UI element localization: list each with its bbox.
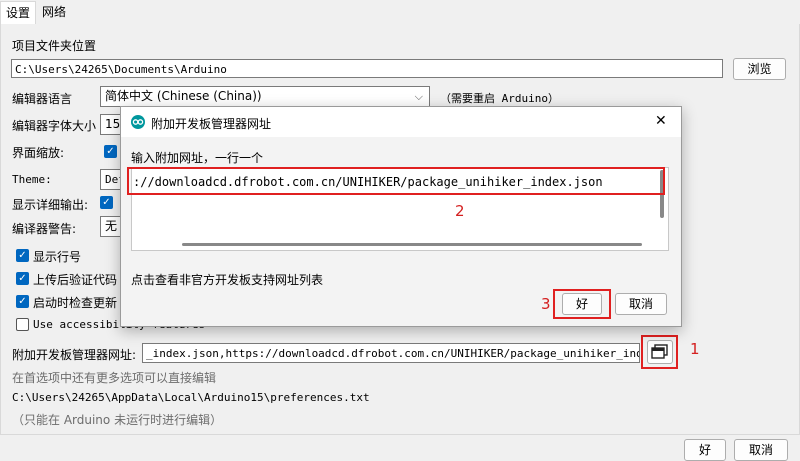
verbose-checkbox[interactable]: ✓ <box>100 196 113 209</box>
show-line-numbers-label: 显示行号 <box>33 250 82 264</box>
editor-language-label: 编辑器语言 <box>12 92 73 106</box>
ok-button[interactable]: 好 <box>684 439 726 461</box>
editor-language-value: 简体中文 (Chinese (China)) <box>105 89 262 103</box>
unofficial-boards-link[interactable]: 点击查看非官方开发板支持网址列表 <box>131 271 323 288</box>
horizontal-scrollbar[interactable] <box>182 243 642 246</box>
url-line: ://downloadcd.dfrobot.com.cn/UNIHIKER/pa… <box>133 175 603 189</box>
font-size-label: 编辑器字体大小 <box>12 119 97 133</box>
board-urls-dialog: 附加开发板管理器网址 ✕ 输入附加网址，一行一个 ://downloadcd.d… <box>120 106 682 327</box>
show-line-numbers-checkbox[interactable]: ✓ <box>16 249 29 262</box>
close-icon[interactable]: ✕ <box>655 113 667 129</box>
verify-upload-label: 上传后验证代码 <box>33 273 118 287</box>
edit-urls-button[interactable] <box>647 340 673 364</box>
annotation-step-1: 1 <box>690 340 700 358</box>
dialog-ok-button[interactable]: 好 <box>562 293 602 315</box>
accessibility-checkbox[interactable] <box>16 318 29 331</box>
compiler-warnings-label: 编译器警告: <box>12 222 77 236</box>
dialog-title: 附加开发板管理器网址 <box>151 117 272 131</box>
tab-settings[interactable]: 设置 <box>0 1 37 24</box>
check-updates-label: 启动时检查更新 <box>33 296 118 310</box>
restart-note: （需要重启 Arduino） <box>440 92 559 105</box>
verify-upload-checkbox[interactable]: ✓ <box>16 272 29 285</box>
verbose-output-label: 显示详细输出: <box>12 198 89 212</box>
board-urls-input[interactable]: _index.json,https://downloadcd.dfrobot.c… <box>142 343 640 363</box>
edit-note: （只能在 Arduino 未运行时进行编辑） <box>12 413 223 427</box>
cancel-button[interactable]: 取消 <box>734 439 788 461</box>
annotation-step-2: 2 <box>455 202 465 220</box>
board-urls-label: 附加开发板管理器网址: <box>12 348 137 362</box>
zoom-label: 界面缩放: <box>12 146 65 160</box>
prefs-file-path: C:\Users\24265\AppData\Local\Arduino15\p… <box>12 391 370 404</box>
sketchbook-path-input[interactable]: C:\Users\24265\Documents\Arduino <box>11 59 723 78</box>
zoom-checkbox[interactable]: ✓ <box>104 145 117 158</box>
window-stack-icon <box>651 344 668 359</box>
editor-language-select[interactable]: 简体中文 (Chinese (China)) ⌵ <box>100 86 430 107</box>
dialog-cancel-button[interactable]: 取消 <box>615 293 667 315</box>
check-updates-checkbox[interactable]: ✓ <box>16 295 29 308</box>
tab-network[interactable]: 网络 <box>37 1 71 23</box>
annotation-step-3: 3 <box>541 295 551 313</box>
arduino-logo-icon <box>131 115 145 129</box>
browse-button[interactable]: 浏览 <box>733 58 786 80</box>
sketchbook-label: 项目文件夹位置 <box>12 39 97 53</box>
chevron-down-icon: ⌵ <box>414 90 423 103</box>
tab-bar: 设置 网络 <box>0 0 800 25</box>
more-prefs-note: 在首选项中还有更多选项可以直接编辑 <box>12 371 217 385</box>
theme-label: Theme: <box>12 173 52 186</box>
dialog-prompt: 输入附加网址，一行一个 <box>131 151 264 165</box>
dialog-title-bar: 附加开发板管理器网址 ✕ <box>121 107 681 137</box>
